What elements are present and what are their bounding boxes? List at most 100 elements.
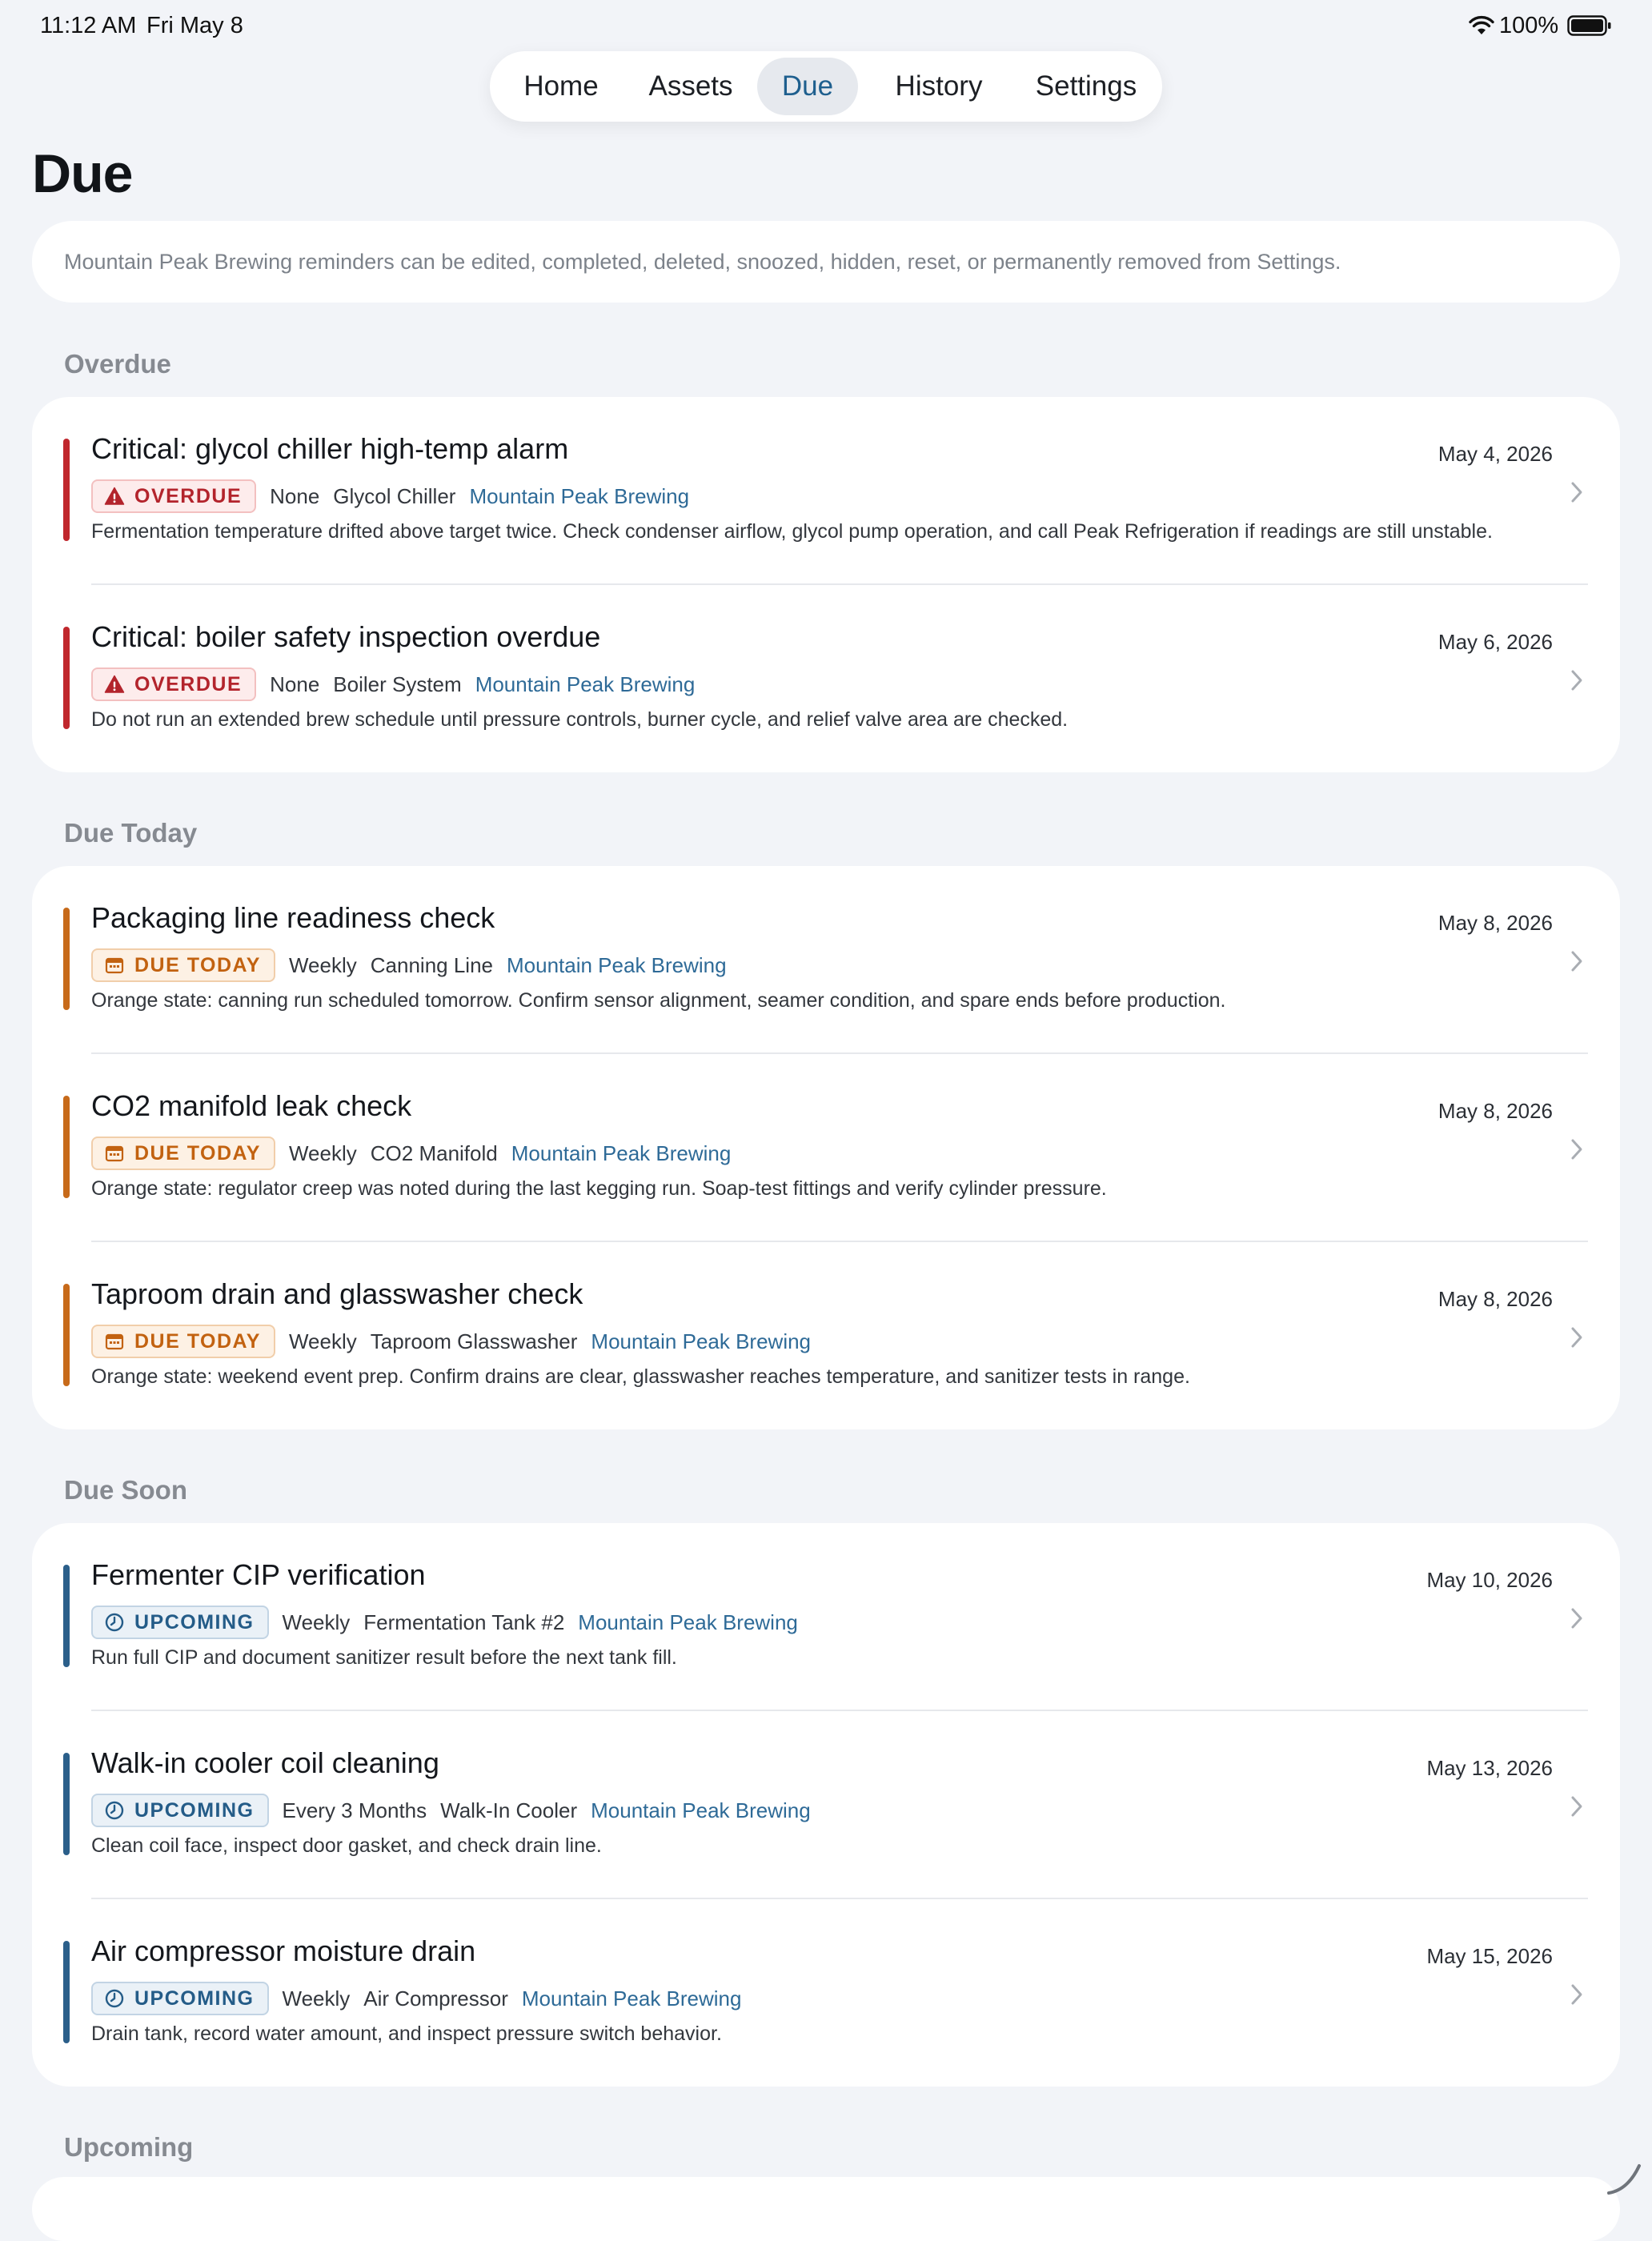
reminder-date: May 8, 2026 xyxy=(1437,1099,1553,1123)
tab-assets[interactable]: Assets xyxy=(629,58,752,115)
asset-name: Boiler System xyxy=(333,671,462,696)
asset-name: Glycol Chiller xyxy=(333,483,456,508)
status-badge: OVERDUE xyxy=(91,667,257,701)
status-accent-bar xyxy=(63,439,70,541)
reminder-note: Do not run an extended brew schedule unt… xyxy=(91,708,1069,731)
reminder-row[interactable]: Taproom drain and glasswasher check May … xyxy=(32,1242,1620,1430)
status-date: Fri May 8 xyxy=(146,13,243,38)
clock-icon xyxy=(105,1989,124,2008)
badge-label: UPCOMING xyxy=(134,1610,255,1634)
reminder-note: Orange state: weekend event prep. Confir… xyxy=(91,1365,1190,1388)
chevron-right-icon xyxy=(1571,1608,1582,1629)
tab-settings[interactable]: Settings xyxy=(1018,58,1154,115)
tab-due[interactable]: Due xyxy=(757,58,858,115)
status-badge: UPCOMING xyxy=(91,1606,269,1639)
scroll-indicator-icon xyxy=(1607,2164,1641,2195)
clock-icon xyxy=(105,1613,124,1632)
reminder-note: Orange state: canning run scheduled tomo… xyxy=(91,989,1226,1012)
calendar-icon xyxy=(105,957,124,974)
status-badge: OVERDUE xyxy=(91,479,257,513)
reminder-title: Packaging line readiness check xyxy=(91,901,495,934)
battery-percentage: 100% xyxy=(1499,13,1559,38)
site-link[interactable]: Mountain Peak Brewing xyxy=(578,1610,798,1635)
frequency: None xyxy=(270,483,320,508)
clock-icon xyxy=(105,1801,124,1820)
reminder-note: Run full CIP and document sanitizer resu… xyxy=(91,1646,677,1669)
asset-name: Taproom Glasswasher xyxy=(370,1329,578,1353)
reminder-meta: DUE TODAY Weekly Taproom Glasswasher Mou… xyxy=(91,1323,811,1360)
reminder-row[interactable]: Packaging line readiness check May 8, 20… xyxy=(32,866,1620,1054)
chevron-right-icon xyxy=(1571,1139,1582,1160)
chevron-right-icon xyxy=(1571,482,1582,503)
reminder-title: Critical: boiler safety inspection overd… xyxy=(91,620,601,653)
section-header-due-today: Due Today xyxy=(64,818,198,848)
reminder-row[interactable]: Fermenter CIP verification May 10, 2026 … xyxy=(32,1523,1620,1711)
frequency: Weekly xyxy=(288,1329,357,1353)
reminder-date: May 15, 2026 xyxy=(1426,1944,1553,1968)
status-badge: UPCOMING xyxy=(91,1794,269,1827)
due-today-card: Packaging line readiness check May 8, 20… xyxy=(32,866,1620,1429)
reminder-note: Clean coil face, inspect door gasket, an… xyxy=(91,1834,602,1857)
site-link[interactable]: Mountain Peak Brewing xyxy=(511,1141,732,1166)
reminder-title: CO2 manifold leak check xyxy=(91,1089,412,1122)
status-accent-bar xyxy=(63,1941,70,2043)
frequency: Weekly xyxy=(282,1986,351,2010)
reminder-title: Taproom drain and glasswasher check xyxy=(91,1277,583,1310)
reminder-meta: OVERDUE None Glycol Chiller Mountain Pea… xyxy=(91,478,689,515)
site-link[interactable]: Mountain Peak Brewing xyxy=(507,953,727,978)
reminder-date: May 6, 2026 xyxy=(1437,630,1553,654)
status-accent-bar xyxy=(63,1753,70,1855)
page-title: Due xyxy=(32,143,133,204)
asset-name: CO2 Manifold xyxy=(370,1141,498,1165)
reminder-title: Air compressor moisture drain xyxy=(91,1934,476,1967)
battery-icon xyxy=(1567,15,1611,36)
chevron-right-icon xyxy=(1571,670,1582,691)
chevron-right-icon xyxy=(1571,1796,1582,1817)
site-link[interactable]: Mountain Peak Brewing xyxy=(591,1329,811,1354)
section-header-upcoming: Upcoming xyxy=(64,2132,194,2162)
tab-history[interactable]: History xyxy=(872,58,1005,115)
reminder-row[interactable]: Critical: boiler safety inspection overd… xyxy=(32,585,1620,773)
site-link[interactable]: Mountain Peak Brewing xyxy=(469,484,689,509)
chevron-right-icon xyxy=(1571,951,1582,972)
status-accent-bar xyxy=(63,627,70,729)
status-bar: 11:12 AM Fri May 8 100% xyxy=(0,0,1652,51)
reminder-row[interactable]: Walk-in cooler coil cleaning May 13, 202… xyxy=(32,1711,1620,1899)
warning-icon xyxy=(104,487,125,505)
badge-label: DUE TODAY xyxy=(134,1329,261,1353)
badge-label: OVERDUE xyxy=(134,484,243,507)
reminder-row[interactable]: Critical: glycol chiller high-temp alarm… xyxy=(32,397,1620,585)
status-accent-bar xyxy=(63,1096,70,1198)
info-banner: Mountain Peak Brewing reminders can be e… xyxy=(32,221,1620,303)
reminder-row[interactable]: Air compressor moisture drain May 15, 20… xyxy=(32,1899,1620,2087)
reminder-title: Fermenter CIP verification xyxy=(91,1558,426,1591)
status-accent-bar xyxy=(63,1565,70,1667)
badge-label: UPCOMING xyxy=(134,1798,255,1822)
calendar-icon xyxy=(105,1333,124,1350)
chevron-right-icon xyxy=(1571,1984,1582,2005)
frequency: None xyxy=(270,671,320,696)
asset-name: Walk-In Cooler xyxy=(440,1798,578,1822)
reminder-note: Orange state: regulator creep was noted … xyxy=(91,1177,1107,1200)
reminder-note: Fermentation temperature drifted above t… xyxy=(91,520,1493,543)
frequency: Weekly xyxy=(288,952,357,977)
overdue-card: Critical: glycol chiller high-temp alarm… xyxy=(32,397,1620,772)
status-accent-bar xyxy=(63,1284,70,1386)
frequency: Weekly xyxy=(282,1610,351,1634)
status-badge: DUE TODAY xyxy=(91,948,275,982)
site-link[interactable]: Mountain Peak Brewing xyxy=(475,672,696,697)
reminder-meta: DUE TODAY Weekly Canning Line Mountain P… xyxy=(91,947,727,984)
reminder-row[interactable]: CO2 manifold leak check May 8, 2026 DUE … xyxy=(32,1054,1620,1242)
reminder-meta: UPCOMING Weekly Fermentation Tank #2 Mou… xyxy=(91,1604,798,1641)
reminder-title: Walk-in cooler coil cleaning xyxy=(91,1746,439,1779)
site-link[interactable]: Mountain Peak Brewing xyxy=(522,1986,742,2011)
status-badge: DUE TODAY xyxy=(91,1137,275,1170)
chevron-right-icon xyxy=(1571,1327,1582,1348)
reminder-meta: UPCOMING Every 3 Months Walk-In Cooler M… xyxy=(91,1792,811,1829)
site-link[interactable]: Mountain Peak Brewing xyxy=(591,1798,811,1823)
status-badge: DUE TODAY xyxy=(91,1325,275,1358)
section-header-overdue: Overdue xyxy=(64,349,171,379)
tab-home[interactable]: Home xyxy=(506,58,616,115)
status-accent-bar xyxy=(63,908,70,1010)
reminder-note: Drain tank, record water amount, and ins… xyxy=(91,2023,722,2045)
